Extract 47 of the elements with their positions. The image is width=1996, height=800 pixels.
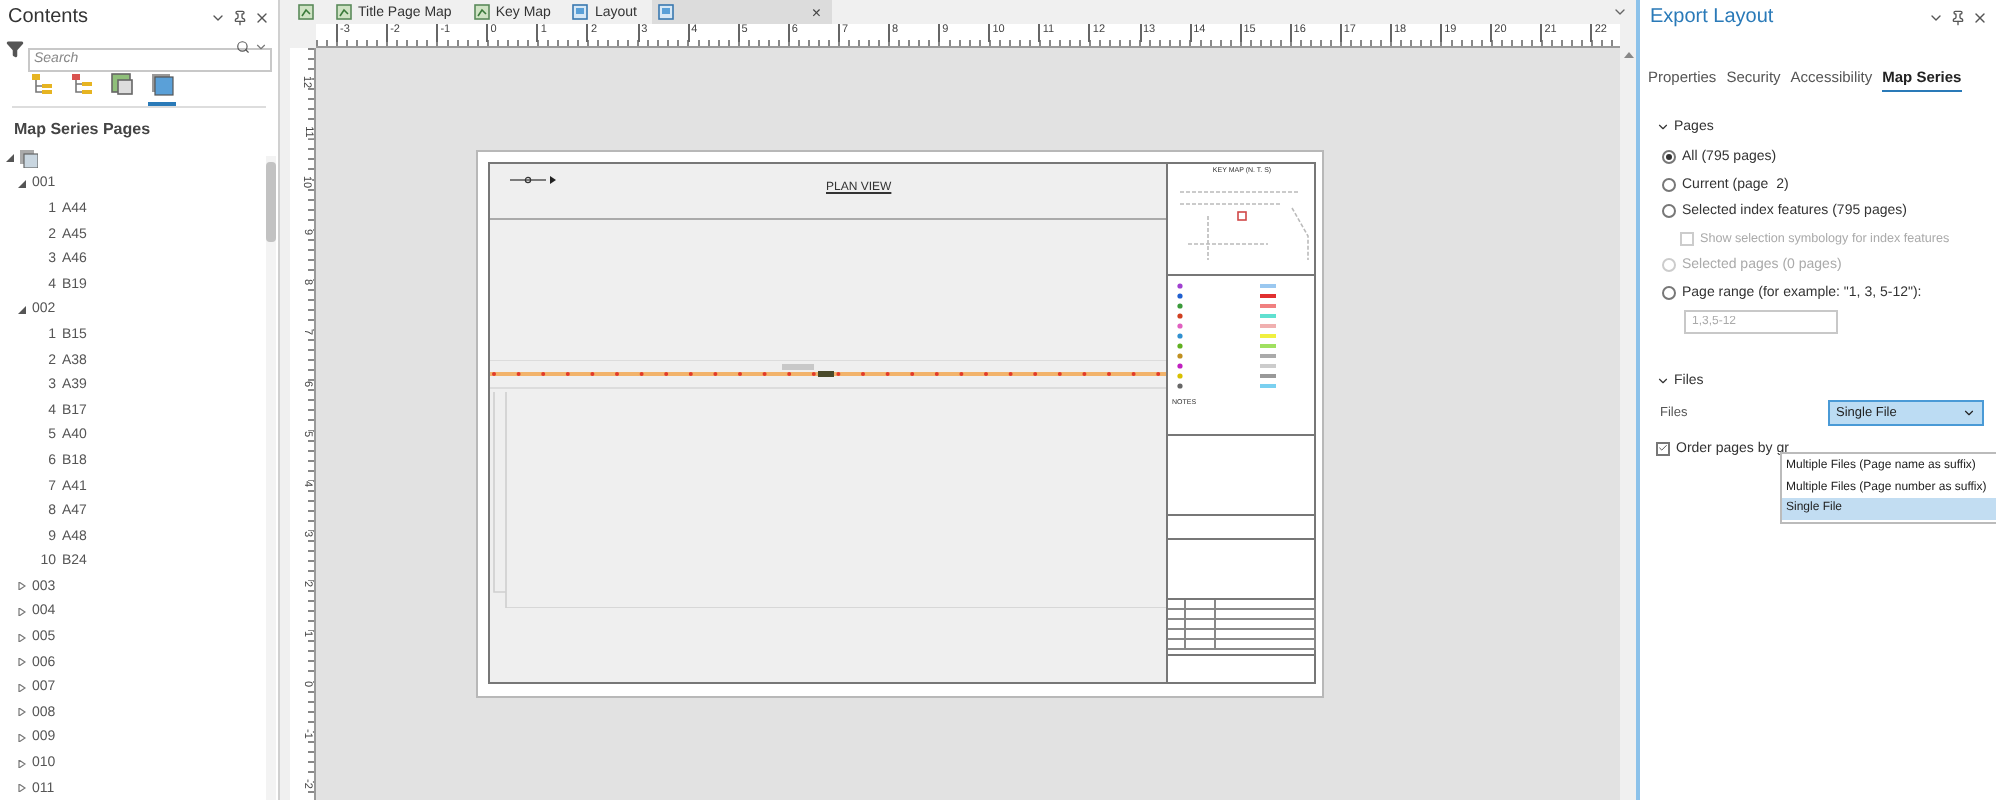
collapsed-icon[interactable] [18,708,26,717]
pin-icon[interactable] [1950,9,1966,25]
close-icon[interactable] [1972,9,1988,25]
map-icon [473,4,490,20]
pin-icon[interactable] [232,9,248,25]
close-icon[interactable]: × [811,3,821,21]
expanded-icon[interactable] [18,305,26,314]
collapsed-icon[interactable] [18,607,26,616]
filter-icon[interactable] [6,39,24,57]
radio-button[interactable] [1662,285,1676,300]
collapsed-icon[interactable] [18,759,26,768]
layout-icon [658,4,675,20]
chevron-down-icon [1962,405,1976,419]
collapsed-icon[interactable] [18,683,26,692]
collapsed-icon[interactable] [18,582,26,591]
pane-title: Export Layout [1650,6,1776,28]
layer-list-icon [30,72,54,96]
collapsed-icon[interactable] [18,733,26,742]
scrollbar[interactable] [266,156,276,800]
toolbar-button[interactable] [148,70,176,106]
chevron-down-icon[interactable] [254,40,268,54]
map-icon [298,4,314,20]
section-title: Map Series Pages [12,118,153,142]
radio-button[interactable] [1662,177,1676,192]
map-icon [336,4,352,20]
map-series-icon [20,149,38,168]
collapsed-icon[interactable] [18,633,26,642]
close-icon[interactable] [254,9,270,25]
radio-button[interactable] [1662,150,1676,165]
map-icon [110,72,134,96]
scroll-up-icon[interactable] [1623,52,1633,58]
hierarchy-icon [70,72,94,96]
chevron-down-icon [1656,374,1670,388]
layout-icon [572,4,589,20]
view-tab[interactable]: × [652,0,833,24]
chevron-down-icon[interactable] [1612,4,1628,20]
pane-title: Contents [8,6,91,28]
radio-button[interactable] [1662,204,1676,219]
expanded-icon[interactable] [18,179,26,188]
pages-icon [150,72,174,96]
checkbox[interactable] [1656,441,1670,455]
collapsed-icon[interactable] [18,784,26,793]
search-icon[interactable] [236,40,250,54]
expanded-icon[interactable] [6,154,14,163]
north-arrow-icon [510,176,558,184]
chevron-down-icon [1656,120,1670,134]
collapsed-icon[interactable] [18,658,26,667]
